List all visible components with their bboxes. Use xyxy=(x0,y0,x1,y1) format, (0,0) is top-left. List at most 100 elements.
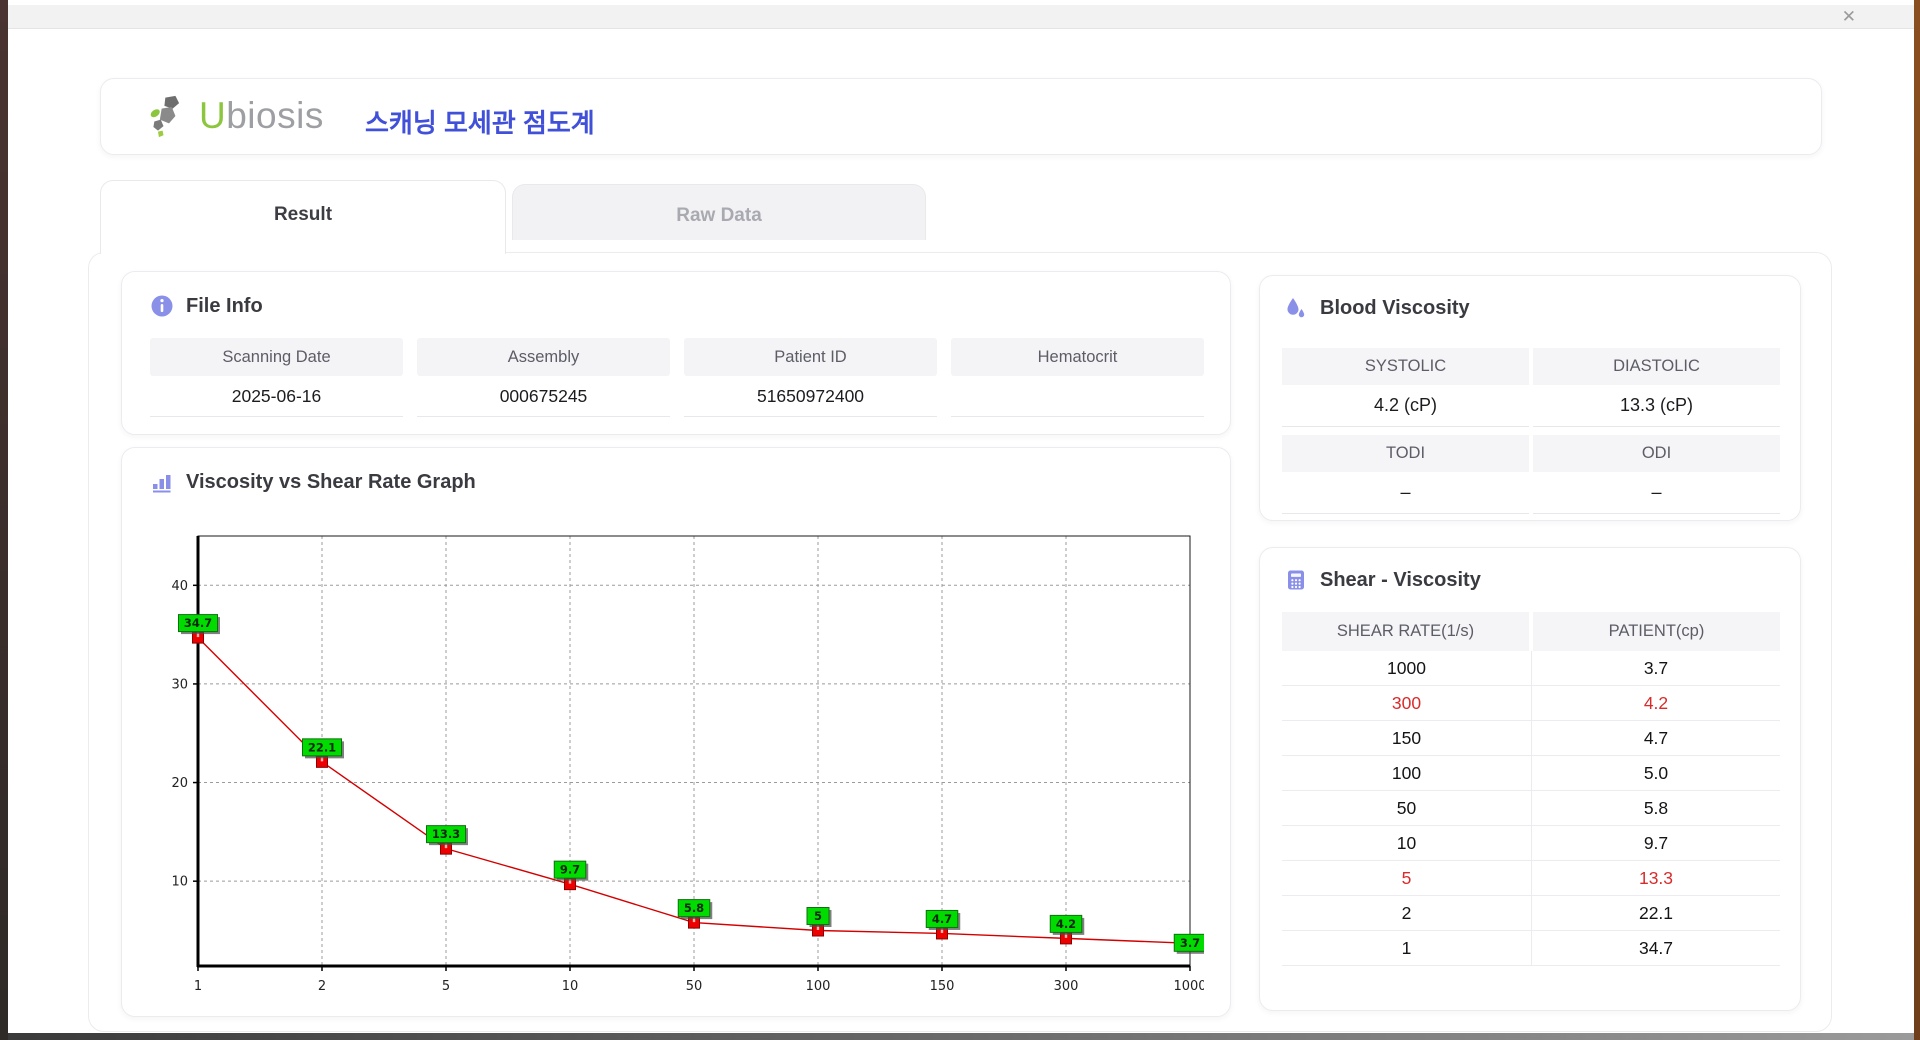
app-title: 스캐닝 모세관 점도계 xyxy=(365,103,595,140)
table-row: 505.8 xyxy=(1282,791,1780,826)
patient-value-cell: 13.3 xyxy=(1531,861,1780,896)
file-info-field: Hematocrit xyxy=(951,338,1204,417)
blood-viscosity-title: Blood Viscosity xyxy=(1320,297,1470,320)
svg-text:5: 5 xyxy=(442,979,450,994)
svg-text:13.3: 13.3 xyxy=(432,827,460,841)
shear-rate-cell: 2 xyxy=(1282,896,1531,931)
table-row: 10003.7 xyxy=(1282,651,1780,686)
file-info-field-value: 2025-06-16 xyxy=(150,376,403,417)
shear-viscosity-title: Shear - Viscosity xyxy=(1320,569,1481,592)
shear-rate-column-header: SHEAR RATE(1/s) xyxy=(1282,612,1529,651)
svg-text:9.7: 9.7 xyxy=(560,863,580,877)
svg-text:1: 1 xyxy=(194,979,202,994)
graph-title: Viscosity vs Shear Rate Graph xyxy=(186,471,476,494)
calculator-icon xyxy=(1284,568,1308,592)
blood-viscosity-value: 4.2 (cP) xyxy=(1282,385,1529,427)
svg-text:2: 2 xyxy=(318,979,326,994)
svg-text:100: 100 xyxy=(806,979,831,994)
patient-value-cell: 9.7 xyxy=(1531,826,1780,861)
svg-text:34.7: 34.7 xyxy=(184,616,212,630)
table-row: 222.1 xyxy=(1282,896,1780,931)
shear-table-header: SHEAR RATE(1/s) PATIENT(cp) xyxy=(1282,612,1780,651)
desktop-edge-right xyxy=(1914,0,1920,1040)
svg-text:20: 20 xyxy=(171,776,188,791)
patient-value-cell: 22.1 xyxy=(1531,896,1780,931)
tab-result[interactable]: Result xyxy=(100,180,506,254)
shear-viscosity-table: SHEAR RATE(1/s) PATIENT(cp) 10003.73004.… xyxy=(1282,612,1780,966)
shear-rate-cell: 5 xyxy=(1282,861,1531,896)
file-info-field-value: 51650972400 xyxy=(684,376,937,417)
shear-rate-cell: 100 xyxy=(1282,756,1531,791)
svg-text:1000: 1000 xyxy=(1173,979,1204,994)
svg-text:150: 150 xyxy=(930,979,955,994)
close-icon[interactable]: ✕ xyxy=(1842,7,1856,27)
svg-text:4.2: 4.2 xyxy=(1056,917,1076,931)
patient-value-cell: 4.7 xyxy=(1531,721,1780,756)
table-row: 134.7 xyxy=(1282,931,1780,966)
brand-logo: Ubiosis xyxy=(147,94,324,138)
svg-text:5.8: 5.8 xyxy=(684,901,704,915)
file-info-field-label: Hematocrit xyxy=(951,338,1204,376)
shear-table-body: 10003.73004.21504.71005.0505.8109.7513.3… xyxy=(1282,651,1780,966)
viscosity-chart: 10 20 30 40 1 2 5 10 50 100 150 300 1000 34.7 22.1 13.3… xyxy=(160,518,1204,1008)
file-info-field-value: 000675245 xyxy=(417,376,670,417)
shear-rate-cell: 1000 xyxy=(1282,651,1531,686)
shear-rate-cell: 10 xyxy=(1282,826,1531,861)
patient-value-cell: 5.0 xyxy=(1531,756,1780,791)
graph-card: Viscosity vs Shear Rate Graph 10 20 30 40 1 2… xyxy=(121,447,1231,1017)
blood-viscosity-header: SYSTOLIC xyxy=(1282,348,1529,385)
header-card: Ubiosis 스캐닝 모세관 점도계 xyxy=(100,78,1822,155)
table-row: 109.7 xyxy=(1282,826,1780,861)
file-info-card: File Info Scanning Date2025-06-16Assembl… xyxy=(121,271,1231,435)
shear-viscosity-card: Shear - Viscosity SHEAR RATE(1/s) PATIEN… xyxy=(1259,547,1801,1011)
file-info-field: Scanning Date2025-06-16 xyxy=(150,338,403,417)
patient-value-cell: 4.2 xyxy=(1531,686,1780,721)
file-info-title: File Info xyxy=(186,295,263,318)
ubiosis-logo-icon xyxy=(147,94,191,138)
tab-raw-data[interactable]: Raw Data xyxy=(512,184,926,240)
blood-viscosity-value: – xyxy=(1533,472,1780,514)
svg-text:30: 30 xyxy=(171,677,188,692)
patient-value-cell: 3.7 xyxy=(1531,651,1780,686)
file-info-field: Assembly000675245 xyxy=(417,338,670,417)
shear-rate-cell: 150 xyxy=(1282,721,1531,756)
svg-text:5: 5 xyxy=(814,909,822,923)
patient-value-cell: 34.7 xyxy=(1531,931,1780,966)
svg-text:10: 10 xyxy=(171,875,188,890)
svg-text:300: 300 xyxy=(1054,979,1079,994)
blood-viscosity-header: DIASTOLIC xyxy=(1533,348,1780,385)
blood-viscosity-table: SYSTOLICDIASTOLIC4.2 (cP)13.3 (cP)TODIOD… xyxy=(1282,340,1780,514)
desktop-edge-left xyxy=(0,0,8,1040)
svg-text:4.7: 4.7 xyxy=(932,912,952,926)
file-info-field: Patient ID51650972400 xyxy=(684,338,937,417)
file-info-fields: Scanning Date2025-06-16Assembly000675245… xyxy=(150,338,1204,417)
table-row: 3004.2 xyxy=(1282,686,1780,721)
svg-text:10: 10 xyxy=(562,979,579,994)
blood-viscosity-value: – xyxy=(1282,472,1529,514)
patient-column-header: PATIENT(cp) xyxy=(1533,612,1780,651)
shear-rate-cell: 1 xyxy=(1282,931,1531,966)
brand-wordmark: Ubiosis xyxy=(199,95,324,137)
table-row: 1005.0 xyxy=(1282,756,1780,791)
blood-viscosity-header: ODI xyxy=(1533,435,1780,472)
blood-viscosity-header: TODI xyxy=(1282,435,1529,472)
bar-chart-icon xyxy=(150,470,174,494)
content-panel: File Info Scanning Date2025-06-16Assembl… xyxy=(88,252,1832,1032)
patient-value-cell: 5.8 xyxy=(1531,791,1780,826)
blood-drops-icon xyxy=(1284,296,1308,320)
svg-text:3.7: 3.7 xyxy=(1180,936,1200,950)
shear-rate-cell: 300 xyxy=(1282,686,1531,721)
file-info-field-label: Scanning Date xyxy=(150,338,403,376)
svg-text:22.1: 22.1 xyxy=(308,740,336,754)
window-titlebar: ✕ xyxy=(8,5,1914,29)
file-info-field-label: Assembly xyxy=(417,338,670,376)
table-row: 513.3 xyxy=(1282,861,1780,896)
desktop-edge-bottom xyxy=(8,1033,1914,1040)
svg-text:40: 40 xyxy=(171,579,188,594)
file-info-field-label: Patient ID xyxy=(684,338,937,376)
svg-text:50: 50 xyxy=(686,979,703,994)
blood-viscosity-value: 13.3 (cP) xyxy=(1533,385,1780,427)
info-icon xyxy=(150,294,174,318)
blood-viscosity-card: Blood Viscosity SYSTOLICDIASTOLIC4.2 (cP… xyxy=(1259,275,1801,521)
table-row: 1504.7 xyxy=(1282,721,1780,756)
